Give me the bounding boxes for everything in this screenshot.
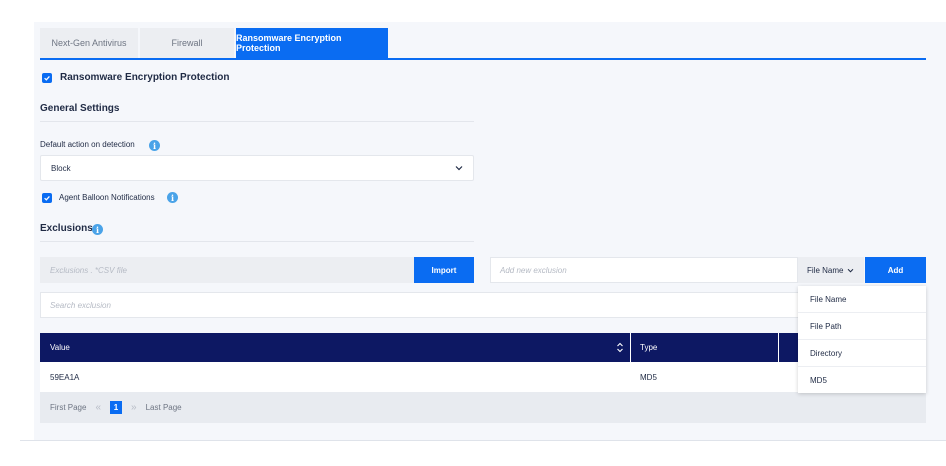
exclusions-title: Exclusions [40, 223, 93, 234]
agent-balloon-checkbox[interactable] [42, 193, 52, 203]
last-page-link[interactable]: Last Page [146, 403, 182, 412]
default-action-value: Block [51, 163, 71, 173]
column-header-value[interactable]: Value [40, 333, 630, 362]
pagination: First Page « 1 » Last Page [40, 392, 926, 423]
chevron-down-icon [455, 166, 463, 171]
first-page-link[interactable]: First Page [50, 403, 86, 412]
column-type-label: Type [640, 343, 658, 352]
exclusion-type-select[interactable]: File Name [798, 257, 864, 283]
check-icon [44, 195, 50, 201]
tab-next-gen-antivirus[interactable]: Next-Gen Antivirus [40, 28, 140, 58]
default-action-label: Default action on detection [40, 140, 135, 149]
dropdown-option-md5[interactable]: MD5 [798, 367, 926, 394]
sort-icon[interactable] [616, 342, 624, 353]
bottom-divider [20, 440, 946, 441]
column-header-type[interactable]: Type [630, 333, 778, 362]
chevron-down-icon [848, 268, 854, 272]
check-icon [44, 75, 50, 81]
general-settings-divider [40, 121, 474, 122]
next-page-icon[interactable]: » [131, 402, 137, 413]
row-type-cell: MD5 [640, 362, 657, 392]
column-value-label: Value [50, 343, 70, 352]
info-icon[interactable]: i [149, 140, 160, 151]
tab-bar: Next-Gen Antivirus Firewall Ransomware E… [40, 28, 388, 59]
tab-underline [40, 58, 926, 60]
exclusion-type-dropdown: File Name File Path Directory MD5 [798, 286, 926, 393]
csv-file-input[interactable]: Exclusions . *CSV file [40, 257, 414, 283]
dropdown-option-file-name[interactable]: File Name [798, 286, 926, 313]
prev-page-icon[interactable]: « [95, 402, 101, 413]
column-separator [778, 333, 779, 362]
add-button[interactable]: Add [865, 257, 926, 283]
current-page-button[interactable]: 1 [110, 401, 123, 414]
exclusion-type-value: File Name [807, 265, 844, 275]
general-settings-title: General Settings [40, 103, 120, 114]
import-button[interactable]: Import [414, 257, 474, 283]
tab-firewall[interactable]: Firewall [140, 28, 236, 58]
exclusions-divider [40, 241, 474, 242]
table-row[interactable]: 59EA1A MD5 [40, 362, 926, 392]
dropdown-option-directory[interactable]: Directory [798, 340, 926, 367]
default-action-select[interactable]: Block [40, 155, 474, 181]
row-type: MD5 [640, 372, 657, 382]
new-exclusion-input[interactable]: Add new exclusion [490, 257, 798, 283]
row-value: 59EA1A [50, 372, 80, 382]
ransomware-protection-checkbox[interactable] [42, 73, 52, 83]
info-icon[interactable]: i [167, 192, 178, 203]
dropdown-option-file-path[interactable]: File Path [798, 313, 926, 340]
info-icon[interactable]: i [92, 224, 103, 235]
search-exclusion-input[interactable]: Search exclusion [40, 292, 926, 318]
agent-balloon-label: Agent Balloon Notifications [59, 193, 155, 202]
table-header: Value Type [40, 333, 926, 362]
row-value-cell: 59EA1A [50, 362, 208, 392]
tab-ransomware-encryption-protection[interactable]: Ransomware Encryption Protection [236, 28, 388, 58]
ransomware-protection-label: Ransomware Encryption Protection [60, 72, 230, 83]
